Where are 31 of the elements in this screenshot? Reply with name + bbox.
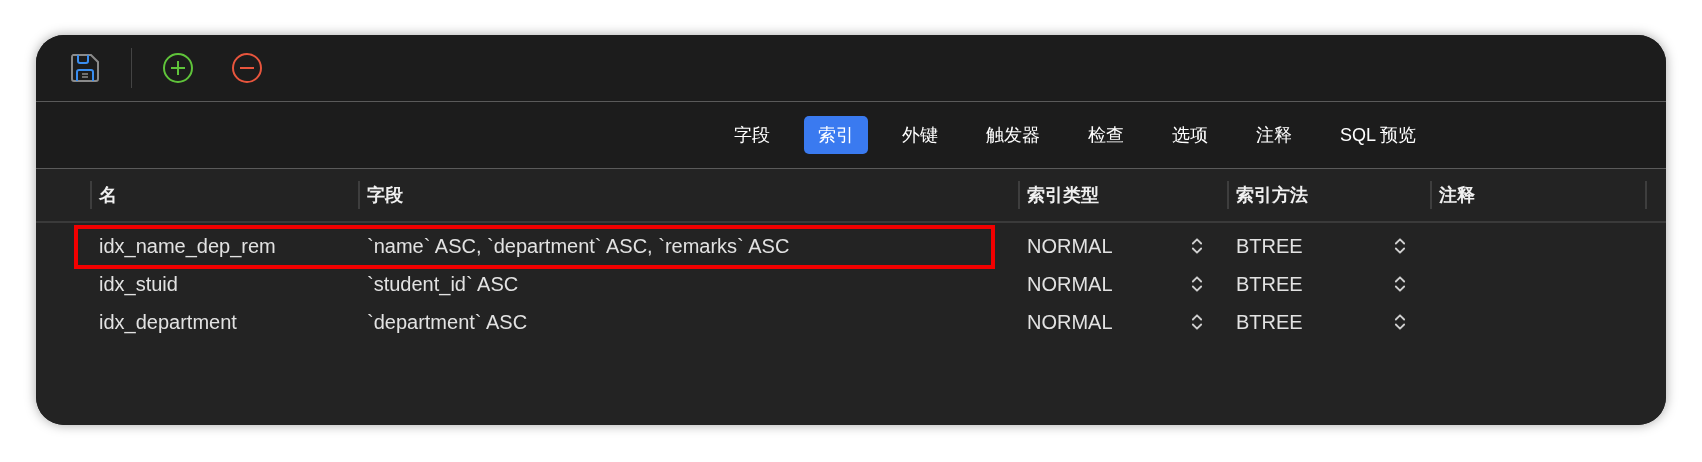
tab[interactable]: 触发器 (972, 116, 1054, 154)
remove-button[interactable] (231, 52, 263, 84)
column-header[interactable]: 字段 (367, 183, 403, 207)
table-cell-text: idx_stuid (98, 272, 179, 296)
table-cell-text: `department` ASC (366, 310, 529, 334)
select-value[interactable]: NORMAL (1027, 234, 1113, 258)
select-value[interactable]: BTREE (1236, 234, 1303, 258)
column-header[interactable]: 索引方法 (1236, 183, 1308, 207)
plus-circle-icon (162, 52, 194, 84)
save-icon (69, 52, 101, 84)
column-header[interactable]: 名 (99, 183, 117, 207)
select-value[interactable]: NORMAL (1027, 272, 1113, 296)
column-header[interactable]: 注释 (1439, 183, 1475, 207)
tab[interactable]: 索引 (804, 116, 868, 154)
table-cell-text: `name` ASC, `department` ASC, `remarks` ASC (366, 234, 791, 258)
tab[interactable]: SQL 预览 (1326, 116, 1431, 154)
tab[interactable]: 外键 (888, 116, 952, 154)
table-cell-text: idx_department (98, 310, 238, 334)
select-value[interactable]: BTREE (1236, 272, 1303, 296)
save-button[interactable] (69, 52, 101, 84)
tab[interactable]: 字段 (720, 116, 784, 154)
minus-circle-icon (231, 52, 263, 84)
select-value[interactable]: BTREE (1236, 310, 1303, 334)
table-cell-text: `student_id` ASC (366, 272, 520, 296)
tab[interactable]: 选项 (1158, 116, 1222, 154)
add-button[interactable] (162, 52, 194, 84)
column-header[interactable]: 索引类型 (1027, 183, 1099, 207)
tab[interactable]: 检查 (1074, 116, 1138, 154)
tab[interactable]: 注释 (1242, 116, 1306, 154)
table-cell-text: idx_name_dep_rem (98, 234, 277, 258)
select-value[interactable]: NORMAL (1027, 310, 1113, 334)
